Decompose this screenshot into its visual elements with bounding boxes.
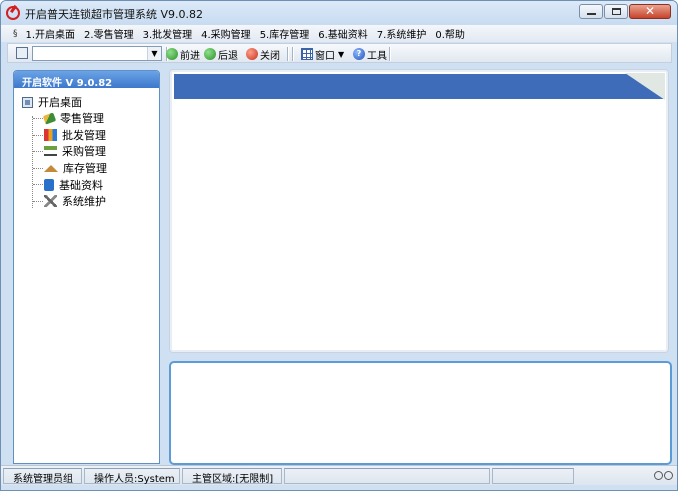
status-indicator-icon [664,471,673,480]
minimize-button[interactable] [579,4,603,19]
stop-icon [246,48,258,60]
status-user-group: 系统管理员组 [3,467,82,485]
navigation-panel-header: 开启软件 V 9.0.82 [14,71,159,89]
tree-item-basic-data[interactable]: 基础资料 [14,176,159,193]
wholesale-icon [44,128,57,141]
minimize-icon [587,13,596,15]
resize-grip[interactable] [653,471,673,480]
tree-root-desktop[interactable]: 开启桌面 [14,94,159,110]
window-select[interactable]: ▼ [32,46,162,61]
tree-item-purchase[interactable]: 采购管理 [14,143,159,160]
message-panel [169,361,672,465]
system-menu-icon[interactable]: § [13,29,18,39]
tree-item-maintenance[interactable]: 系统维护 [14,193,159,210]
tools-button[interactable]: ? 工具 [353,46,387,62]
menu-retail[interactable]: 2.零售管理 [84,26,134,41]
menu-desktop[interactable]: 1.开启桌面 [26,26,76,41]
title-bar[interactable]: 开启普天连锁超市管理系统 V9.0.82 ✕ [1,1,677,25]
menu-maintenance[interactable]: 7.系统维护 [377,26,427,41]
status-operator: 操作人员:System [84,467,180,485]
status-indicator-icon [654,471,663,480]
back-button[interactable]: 后退 [204,46,238,62]
maximize-button[interactable] [604,4,628,19]
toolbar-separator [287,47,289,61]
tree-item-label: 基础资料 [59,178,103,192]
forward-icon [166,48,178,60]
menu-bar: § 1.开启桌面 2.零售管理 3.批发管理 4.采购管理 5.库存管理 6.基… [1,25,677,42]
desktop-panel [169,69,669,353]
back-label: 后退 [218,50,238,62]
forward-label: 前进 [180,50,200,62]
status-empty-1 [284,467,490,484]
toolbar-separator [389,47,391,61]
tree-item-label: 批发管理 [62,128,106,142]
window-menu-label: 窗口 [315,50,335,62]
maximize-icon [612,8,621,15]
window-grid-icon [301,48,313,60]
tree-item-stock[interactable]: 库存管理 [14,160,159,177]
tree-item-label: 零售管理 [60,112,104,126]
menu-purchase[interactable]: 4.采购管理 [201,26,251,41]
menu-wholesale[interactable]: 3.批发管理 [143,26,193,41]
status-bar: 系统管理员组 操作人员:System 主管区域:[无限制] [1,465,677,485]
app-logo-icon [6,6,20,20]
menu-help[interactable]: 0.帮助 [435,26,465,41]
window-dropdown-icon: ▼ [338,49,345,59]
window-controls: ✕ [578,4,671,19]
tree-root-label: 开启桌面 [38,96,82,109]
status-empty-2 [492,467,574,484]
desktop-icon [22,96,33,108]
tree-item-wholesale[interactable]: 批发管理 [14,127,159,144]
banner-corner [625,73,665,100]
tree-item-retail[interactable]: 零售管理 [14,110,159,127]
tree-item-label: 系统维护 [62,195,106,209]
forward-button[interactable]: 前进 [166,46,200,62]
close-page-button[interactable]: 关闭 [246,46,280,62]
window-title: 开启普天连锁超市管理系统 V9.0.82 [25,8,204,21]
tree-item-label: 采购管理 [62,145,106,159]
tree-item-label: 库存管理 [63,162,107,176]
maintenance-icon [44,195,57,208]
status-area: 主管区域:[无限制] [182,467,282,485]
stock-icon [44,164,58,172]
chevron-down-icon[interactable]: ▼ [147,47,161,60]
help-icon: ? [353,48,365,60]
window-menu-button[interactable]: 窗口 ▼ [301,46,344,62]
navigation-tree: 开启桌面 零售管理 批发管理 采购管理 库存管理 基础资料 系统维护 [14,88,159,210]
close-icon: ✕ [644,4,656,18]
app-window: 开启普天连锁超市管理系统 V9.0.82 ✕ § 1.开启桌面 2.零售管理 3… [0,0,678,491]
back-icon [204,48,216,60]
navigation-panel: 开启软件 V 9.0.82 开启桌面 零售管理 批发管理 采购管理 库存管理 基… [13,70,160,464]
close-window-button[interactable]: ✕ [629,4,671,19]
close-page-label: 关闭 [260,50,280,62]
toolbar-window-list-icon[interactable] [16,47,28,59]
purchase-icon [44,146,57,157]
retail-icon [42,112,57,125]
desktop-banner [174,73,665,100]
menu-basic-data[interactable]: 6.基础资料 [318,26,368,41]
menu-stock[interactable]: 5.库存管理 [260,26,310,41]
window-bottom-border [1,486,677,490]
tools-label: 工具 [367,50,387,62]
toolbar: ▼ 前进 后退 关闭 窗口 ▼ ? 工具 [7,43,672,63]
basic-data-icon [44,178,54,191]
toolbar-separator [292,47,294,61]
